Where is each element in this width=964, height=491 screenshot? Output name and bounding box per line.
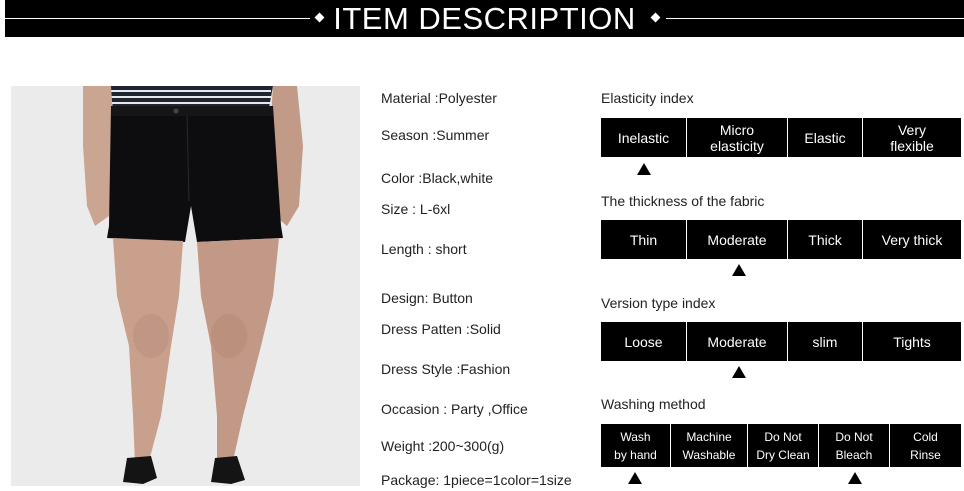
wash-by-hand-marker-icon [628,472,642,484]
elasticity-option-inelastic: Inelastic [601,118,687,157]
wash-option-machine: Machine Washable [671,424,748,467]
spec-occasion: Occasion : Party ,Office [381,401,528,417]
thickness-option-thick: Thick [788,220,863,259]
no-bleach-marker-icon [848,472,862,484]
thickness-marker-icon [732,264,746,276]
spec-season: Season :Summer [381,127,490,143]
wash-option-by-hand: Wash by hand [601,424,671,467]
spec-design: Design: Button [381,290,473,306]
washing-method-title: Washing method [601,396,706,412]
wash-option-cold-rinse: Cold Rinse [910,429,941,462]
spec-length: Length : short [381,241,467,257]
spec-size: Size : L-6xl [381,201,451,217]
thickness-option-thin: Thin [601,220,687,259]
page-title: ITEM DESCRIPTION [333,1,636,36]
wash-option-no-dry-clean: Do Not Dry Clean [748,424,819,467]
version-option-tights: Tights [893,333,931,350]
version-option-moderate: Moderate [687,322,788,361]
thickness-option-very-thick: Very thick [881,231,943,248]
version-type-marker-icon [732,366,746,378]
version-type-index-title: Version type index [601,295,716,311]
spec-style: Dress Style :Fashion [381,361,511,377]
shorts-model-image [11,86,360,486]
version-option-slim: slim [788,322,863,361]
spec-color: Color :Black,white [381,170,494,186]
product-photo [11,86,360,486]
spec-material: Material :Polyester [381,90,497,106]
thickness-option-moderate: Moderate [687,220,788,259]
spec-pattern: Dress Patten :Solid [381,321,501,337]
spec-package: Package: 1piece=1color=1size [381,472,572,488]
spec-weight: Weight :200~300(g) [381,438,505,454]
elasticity-option-very-flexible: Very flexible [890,121,934,154]
washing-method-scale: Wash by hand Machine Washable Do Not Dry… [601,424,961,467]
elasticity-index-title: Elasticity index [601,90,694,106]
elasticity-marker-icon [637,163,651,175]
wash-option-no-bleach: Do Not Bleach [819,424,890,467]
version-type-scale: Loose Moderate slim Tights [601,322,961,361]
thickness-scale: Thin Moderate Thick Very thick [601,220,961,259]
header-banner: ITEM DESCRIPTION [5,0,964,37]
elasticity-option-micro: Micro elasticity [687,118,788,157]
elasticity-scale: Inelastic Micro elasticity Elastic Very … [601,118,961,157]
thickness-index-title: The thickness of the fabric [601,193,765,209]
header-right-line [666,18,964,19]
elasticity-option-elastic: Elastic [788,118,863,157]
version-option-loose: Loose [601,322,687,361]
